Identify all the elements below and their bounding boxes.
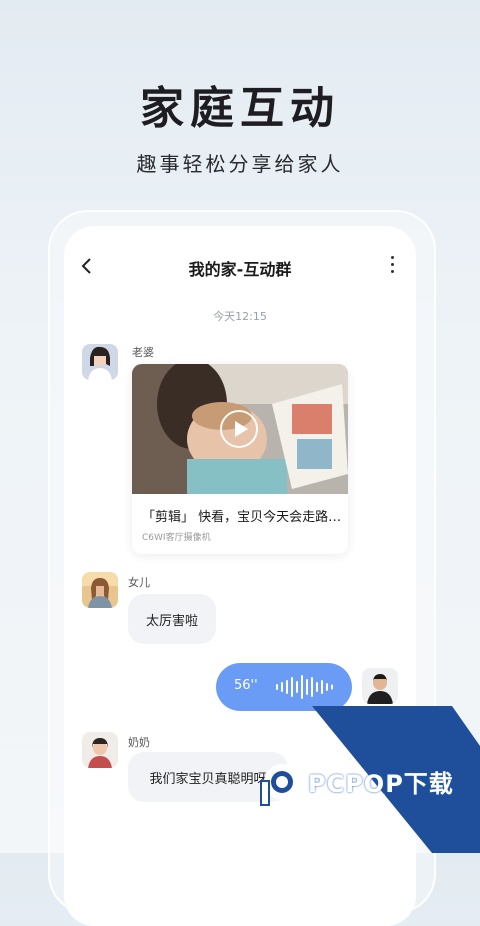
sender-name: 女儿 [128,576,150,589]
text-bubble[interactable]: 太厉害啦 [128,594,216,644]
play-icon[interactable] [220,410,258,448]
hero-subtitle: 趣事轻松分享给家人 [136,152,344,176]
avatar[interactable] [82,344,118,380]
watermark-sub: PCPOP Download [310,793,386,802]
chat-timestamp: 今天12:15 [213,310,267,323]
voice-duration: 56'' [234,678,258,693]
avatar[interactable] [82,572,118,608]
video-card-source: C6WI客厅摄像机 [142,533,211,543]
chat-title: 我的家-互动群 [188,260,292,279]
video-card-title: 「剪辑」 快看，宝贝今天会走路… [142,510,342,525]
avatar[interactable] [82,732,118,768]
more-vertical-icon[interactable] [388,256,396,276]
hero-title: 家庭互动 [140,83,340,134]
chat-topbar: 我的家-互动群 [64,226,416,306]
sender-name: 奶奶 [128,736,150,749]
waveform-icon [276,674,336,700]
video-card[interactable]: 「剪辑」 快看，宝贝今天会走路… C6WI客厅摄像机 [132,364,348,554]
avatar[interactable] [362,668,398,704]
voice-bubble[interactable]: 56'' [216,663,352,711]
watermark-logo-icon [260,764,300,806]
sender-name: 老婆 [132,346,154,359]
